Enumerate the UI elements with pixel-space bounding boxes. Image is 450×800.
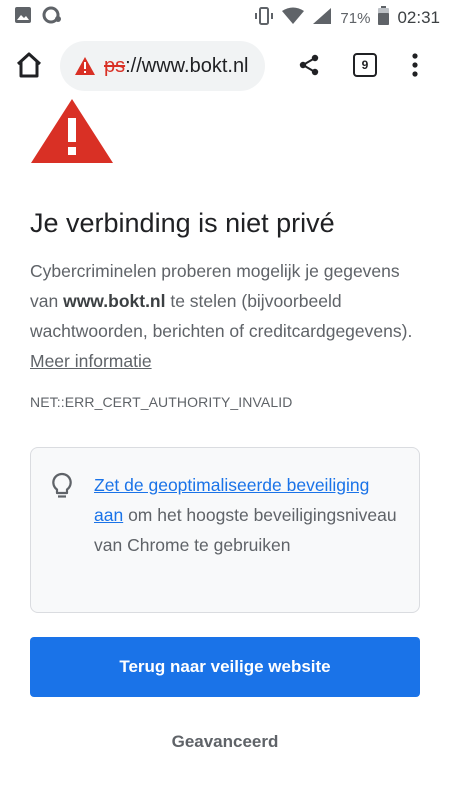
lightbulb-icon — [51, 472, 73, 505]
url-scheme: ps — [104, 55, 126, 77]
warning-explanation: Cybercriminelen proberen mogelijk je geg… — [30, 256, 420, 376]
url-host: ://www.bokt.nl — [125, 55, 249, 77]
tab-switcher-button[interactable]: 9 — [353, 53, 377, 77]
more-options-button[interactable] — [405, 52, 425, 78]
share-icon — [297, 54, 321, 81]
back-to-safety-button[interactable]: Terug naar veilige website — [30, 637, 420, 697]
battery-percent: 71% — [340, 9, 371, 27]
advanced-button[interactable]: Geavanceerd — [30, 722, 420, 762]
more-vert-icon — [405, 53, 425, 82]
vibrate-icon — [254, 6, 274, 30]
page-title: Je verbinding is niet privé — [30, 208, 335, 238]
warning-icon[interactable] — [74, 56, 96, 81]
browser-toolbar: ps://www.bokt.nl 9 — [0, 38, 450, 92]
site-name: www.bokt.nl — [63, 291, 166, 311]
promo-text: Zet de geoptimaliseerde beveiliging aan … — [94, 470, 402, 560]
address-bar[interactable]: ps://www.bokt.nl — [60, 41, 265, 91]
large-warning-icon — [30, 98, 114, 169]
promo-rest: om het hoogste beveiligingsniveau van Ch… — [94, 505, 397, 555]
battery-icon — [378, 6, 390, 30]
learn-more-link[interactable]: Meer informatie — [30, 351, 152, 371]
signal-icon — [312, 7, 332, 30]
image-icon — [14, 6, 32, 29]
home-button[interactable] — [14, 50, 44, 80]
enhanced-protection-promo: Zet de geoptimaliseerde beveiliging aan … — [30, 447, 420, 613]
wifi-icon — [282, 7, 305, 30]
url-text: ps://www.bokt.nl — [104, 55, 249, 78]
error-code: NET::ERR_CERT_AUTHORITY_INVALID — [30, 394, 293, 410]
share-button[interactable] — [297, 53, 321, 77]
status-bar: 71% 02:31 — [0, 0, 450, 32]
tab-count: 9 — [361, 58, 369, 72]
sync-icon — [42, 6, 62, 29]
clock: 02:31 — [397, 8, 440, 27]
home-icon — [14, 52, 44, 84]
